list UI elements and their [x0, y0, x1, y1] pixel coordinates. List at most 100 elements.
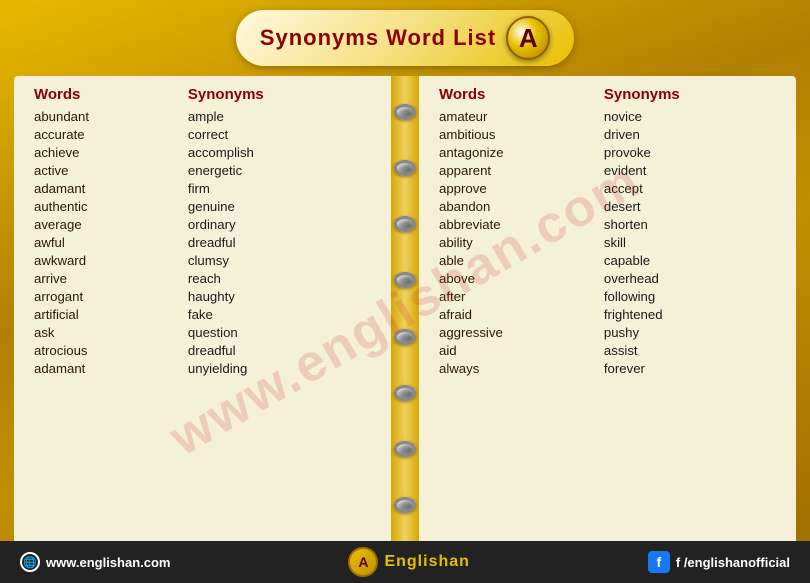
word-cell: average [26, 215, 180, 233]
table-row: ablecapable [431, 251, 784, 269]
table-row: abandondesert [431, 197, 784, 215]
synonym-cell: question [180, 323, 379, 341]
word-cell: aggressive [431, 323, 596, 341]
word-cell: antagonize [431, 143, 596, 161]
synonym-cell: overhead [596, 269, 784, 287]
word-cell: ask [26, 323, 180, 341]
synonym-cell: accept [596, 179, 784, 197]
synonym-cell: skill [596, 233, 784, 251]
left-table: Words Synonyms abundantampleaccuratecorr… [26, 84, 379, 377]
spiral-binding [391, 76, 419, 541]
synonym-cell: evident [596, 161, 784, 179]
table-row: arrivereach [26, 269, 379, 287]
table-row: abundantample [26, 107, 379, 125]
table-row: approveaccept [431, 179, 784, 197]
table-row: achieveaccomplish [26, 143, 379, 161]
table-row: ambitiousdriven [431, 125, 784, 143]
synonym-cell: haughty [180, 287, 379, 305]
word-cell: adamant [26, 179, 180, 197]
logo-text-2: an [449, 553, 470, 570]
table-row: abilityskill [431, 233, 784, 251]
synonym-cell: driven [596, 125, 784, 143]
globe-icon: 🌐 [20, 552, 40, 572]
table-row: antagonizeprovoke [431, 143, 784, 161]
website-text: www.englishan.com [46, 555, 170, 570]
table-row: activeenergetic [26, 161, 379, 179]
table-row: authenticgenuine [26, 197, 379, 215]
left-panel: Words Synonyms abundantampleaccuratecorr… [14, 76, 391, 541]
right-col2-header: Synonyms [596, 84, 784, 107]
word-cell: awkward [26, 251, 180, 269]
page-title: Synonyms Word List [260, 25, 496, 51]
logo-text-accent: nglish [396, 553, 449, 570]
spiral-ring [394, 160, 416, 176]
word-cell: authentic [26, 197, 180, 215]
spiral-ring [394, 385, 416, 401]
spiral-ring [394, 329, 416, 345]
synonym-cell: dreadful [180, 341, 379, 359]
facebook-icon: f [648, 551, 670, 573]
table-row: accuratecorrect [26, 125, 379, 143]
table-row: awfuldreadful [26, 233, 379, 251]
title-bar: Synonyms Word List A [14, 10, 796, 66]
spiral-ring [394, 441, 416, 457]
table-row: aidassist [431, 341, 784, 359]
synonym-cell: ordinary [180, 215, 379, 233]
table-row: atrociousdreadful [26, 341, 379, 359]
logo-text-1: E [384, 553, 396, 570]
table-row: artificialfake [26, 305, 379, 323]
word-cell: accurate [26, 125, 180, 143]
spiral-ring [394, 216, 416, 232]
word-cell: atrocious [26, 341, 180, 359]
table-row: apparentevident [431, 161, 784, 179]
synonym-cell: clumsy [180, 251, 379, 269]
title-pill: Synonyms Word List A [236, 10, 574, 66]
logo-icon: A [348, 547, 378, 577]
left-col1-header: Words [26, 84, 180, 107]
title-letter: A [506, 16, 550, 60]
word-cell: artificial [26, 305, 180, 323]
synonym-cell: accomplish [180, 143, 379, 161]
synonym-cell: shorten [596, 215, 784, 233]
facebook-text: f /englishanofficial [676, 555, 790, 570]
footer-logo: A Englishan [348, 547, 469, 577]
word-cell: able [431, 251, 596, 269]
table-row: afraidfrightened [431, 305, 784, 323]
table-row: averageordinary [26, 215, 379, 233]
synonym-cell: correct [180, 125, 379, 143]
synonym-cell: assist [596, 341, 784, 359]
spiral-ring [394, 497, 416, 513]
word-cell: always [431, 359, 596, 377]
word-cell: after [431, 287, 596, 305]
synonym-cell: desert [596, 197, 784, 215]
word-cell: abundant [26, 107, 180, 125]
synonym-cell: fake [180, 305, 379, 323]
synonym-cell: capable [596, 251, 784, 269]
synonym-cell: following [596, 287, 784, 305]
footer-facebook: f f /englishanofficial [648, 551, 790, 573]
synonym-cell: pushy [596, 323, 784, 341]
table-row: adamantfirm [26, 179, 379, 197]
word-cell: active [26, 161, 180, 179]
logo-text: Englishan [384, 553, 469, 571]
synonym-cell: firm [180, 179, 379, 197]
word-cell: awful [26, 233, 180, 251]
right-panel: Words Synonyms amateurnoviceambitiousdri… [419, 76, 796, 541]
synonym-cell: novice [596, 107, 784, 125]
word-cell: amateur [431, 107, 596, 125]
word-cell: ability [431, 233, 596, 251]
word-cell: abbreviate [431, 215, 596, 233]
word-cell: apparent [431, 161, 596, 179]
table-row: alwaysforever [431, 359, 784, 377]
word-cell: achieve [26, 143, 180, 161]
synonym-cell: ample [180, 107, 379, 125]
table-row: adamantunyielding [26, 359, 379, 377]
table-row: abbreviateshorten [431, 215, 784, 233]
right-col1-header: Words [431, 84, 596, 107]
synonym-cell: forever [596, 359, 784, 377]
table-row: afterfollowing [431, 287, 784, 305]
synonym-cell: frightened [596, 305, 784, 323]
synonym-cell: genuine [180, 197, 379, 215]
content-area: www.englishan.com Words Synonyms abundan… [14, 76, 796, 541]
table-row: amateurnovice [431, 107, 784, 125]
